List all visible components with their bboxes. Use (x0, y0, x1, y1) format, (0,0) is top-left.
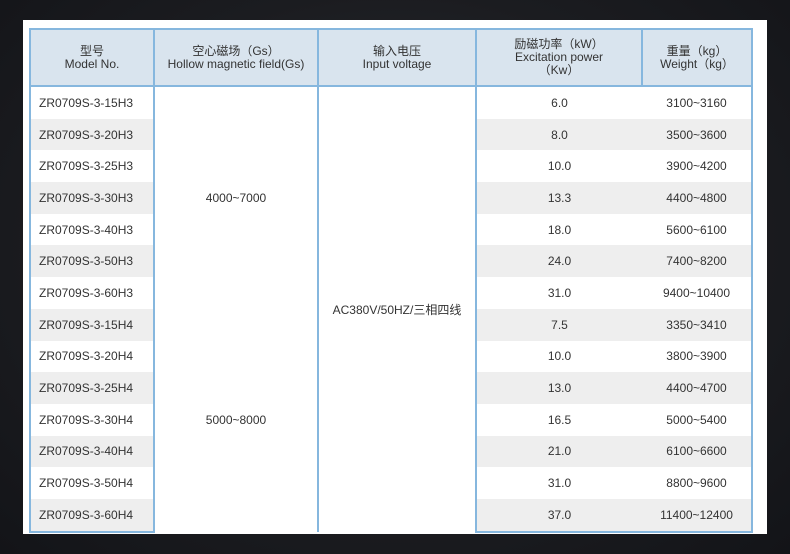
weight-cell: 3500~3600 (642, 118, 753, 151)
excitation-power-cell: 13.0 (476, 372, 642, 404)
spec-table: 型号 Model No. 空心磁场（Gs） Hollow magnetic fi… (29, 28, 753, 533)
weight-cell: 3100~3160 (642, 86, 753, 119)
excitation-power-cell: 18.0 (547, 222, 572, 237)
weight-cell: 4400~4800 (642, 182, 753, 214)
model-cell: ZR0709S-3-15H3 (29, 86, 154, 119)
weight-cell: 11400~12400 (642, 498, 753, 533)
excitation-power-cell: 37.0 (476, 498, 642, 533)
spec-panel: 型号 Model No. 空心磁场（Gs） Hollow magnetic fi… (23, 20, 767, 534)
weight-cell: 4400~4700 (642, 372, 753, 404)
excitation-power-cell: 6.0 (551, 95, 568, 110)
excitation-power-cell: 21.0 (476, 435, 642, 468)
model-cell: ZR0709S-3-20H4 (29, 340, 154, 373)
weight-cell: 5000~5400 (642, 403, 753, 436)
weight-cell: 8800~9600 (642, 467, 753, 499)
excitation-power-cell: 8.0 (476, 118, 642, 151)
model-cell: ZR0709S-3-20H3 (29, 118, 154, 151)
excitation-power-cell: 7.5 (476, 308, 642, 341)
header-row: 型号 Model No. 空心磁场（Gs） Hollow magnetic fi… (29, 28, 753, 87)
header-excitation-power: 励磁功率（kW） Excitation power （Kw） (475, 28, 643, 87)
weight-cell: 5600~6100 (642, 213, 753, 246)
excitation-power-cell: 31.0 (547, 285, 572, 300)
model-cell: ZR0709S-3-30H4 (29, 403, 154, 436)
excitation-power-cell: 24.0 (476, 245, 642, 278)
header-input-voltage: 输入电压 Input voltage (317, 28, 477, 87)
model-cell: ZR0709S-3-50H3 (29, 245, 154, 278)
excitation-power-cell: 10.0 (547, 349, 572, 364)
weight-cell: 3900~4200 (642, 150, 753, 183)
excitation-power-cell: 10.0 (547, 159, 572, 174)
model-cell: ZR0709S-3-60H3 (29, 277, 154, 309)
model-cell: ZR0709S-3-25H3 (29, 150, 154, 183)
model-cell: ZR0709S-3-40H3 (29, 213, 154, 246)
hollow-field-cell: 4000~7000 (153, 86, 318, 309)
table-row: ZR0709S-3-15H3 4000~7000 AC380V/50HZ/三相四线 6… (29, 86, 753, 532)
hollow-field-cell: 5000~8000 (153, 308, 318, 532)
model-cell: ZR0709S-3-15H4 (29, 308, 154, 341)
header-hollow-field: 空心磁场（Gs） Hollow magnetic field(Gs) (153, 28, 319, 87)
model-cell: ZR0709S-3-60H4 (29, 498, 154, 533)
excitation-power-cell: 31.0 (547, 476, 572, 491)
weight-cell: 3350~3410 (642, 308, 753, 341)
weight-cell: 7400~8200 (642, 245, 753, 278)
weight-cell: 6100~6600 (642, 435, 753, 468)
model-cell: ZR0709S-3-40H4 (29, 435, 154, 468)
header-weight: 重量（kg） Weight（kg） (641, 28, 753, 87)
model-cell: ZR0709S-3-50H4 (29, 467, 154, 499)
excitation-power-cell: 13.3 (476, 182, 642, 214)
input-voltage-cell: AC380V/50HZ/三相四线 (317, 86, 477, 532)
model-cell: ZR0709S-3-25H4 (29, 372, 154, 404)
weight-cell: 3800~3900 (642, 340, 753, 373)
weight-cell: 9400~10400 (642, 277, 753, 309)
model-cell: ZR0709S-3-30H3 (29, 182, 154, 214)
excitation-power-cell: 16.5 (547, 412, 572, 427)
header-model: 型号 Model No. (29, 28, 155, 87)
